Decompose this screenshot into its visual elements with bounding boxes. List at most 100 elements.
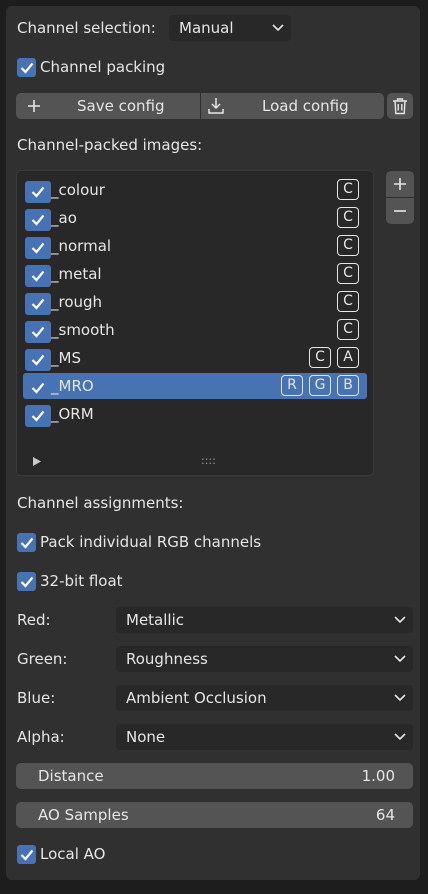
chevron-down-icon: [271, 15, 285, 41]
images-header: Channel-packed images:: [17, 136, 203, 154]
list-item-label: _colour: [51, 181, 105, 199]
item-checkbox[interactable]: [25, 209, 51, 231]
checkmark-icon: [20, 576, 33, 588]
chevron-down-icon: [393, 607, 407, 633]
delete-config-button[interactable]: [387, 93, 413, 119]
load-config-label: Load config: [262, 97, 349, 115]
ao-samples-value: 64: [375, 806, 395, 824]
checkmark-icon: [20, 849, 33, 861]
list-item[interactable]: _ao C: [23, 205, 367, 231]
channel-selection-dropdown[interactable]: Manual: [169, 15, 291, 41]
channel-packing-label: Channel packing: [40, 58, 166, 76]
list-item[interactable]: _MRO R G B: [23, 373, 367, 399]
list-item-label: _rough: [51, 293, 103, 311]
assignments-header: Channel assignments:: [17, 494, 184, 512]
list-item[interactable]: _MS C A: [23, 345, 367, 371]
item-checkbox[interactable]: [25, 321, 51, 343]
list-item-label: _ao: [51, 209, 77, 227]
channel-tag: C: [337, 319, 359, 340]
channel-tag: A: [337, 347, 359, 368]
channel-tag: C: [337, 179, 359, 200]
alpha-channel-dropdown[interactable]: None: [116, 724, 413, 750]
item-checkbox[interactable]: [25, 405, 51, 427]
channel-tag: G: [309, 375, 331, 396]
list-item[interactable]: _normal C: [23, 233, 367, 259]
chevron-down-icon: [393, 685, 407, 711]
plus-icon: [25, 93, 43, 119]
chevron-down-icon: [393, 646, 407, 672]
local-ao-checkbox[interactable]: [17, 845, 36, 864]
trash-icon: [393, 98, 407, 115]
channel-tag: R: [281, 375, 303, 396]
green-channel-dropdown[interactable]: Roughness: [116, 646, 413, 672]
checkmark-icon: [31, 326, 45, 338]
checkmark-icon: [31, 186, 45, 198]
checkmark-icon: [31, 298, 45, 310]
pack-rgb-label: Pack individual RGB channels: [40, 533, 262, 551]
channel-selection-label: Channel selection:: [17, 19, 156, 37]
resize-grip[interactable]: ::::: [201, 454, 216, 467]
load-config-button[interactable]: Load config: [201, 93, 384, 119]
alpha-label: Alpha:: [17, 728, 65, 746]
channel-tag: C: [337, 291, 359, 312]
checkmark-icon: [31, 214, 45, 226]
alpha-channel-value: None: [126, 728, 166, 746]
local-ao-label: Local AO: [40, 845, 106, 863]
list-item-label: _MRO: [51, 377, 94, 395]
checkmark-icon: [31, 382, 45, 394]
save-config-button[interactable]: Save config: [16, 93, 200, 119]
triangle-right-icon[interactable]: [33, 456, 43, 466]
checkmark-icon: [20, 62, 33, 74]
list-item[interactable]: _rough C: [23, 289, 367, 315]
save-config-label: Save config: [77, 97, 165, 115]
checkmark-icon: [31, 410, 45, 422]
checkmark-icon: [20, 537, 33, 549]
channel-tag: C: [337, 235, 359, 256]
list-item-label: _ORM: [51, 405, 94, 423]
red-label: Red:: [17, 611, 51, 629]
list-item[interactable]: _metal C: [23, 261, 367, 287]
blue-label: Blue:: [17, 689, 56, 707]
item-checkbox[interactable]: [25, 377, 51, 399]
item-checkbox[interactable]: [25, 293, 51, 315]
list-item[interactable]: _smooth C: [23, 317, 367, 343]
add-image-button[interactable]: [386, 171, 414, 197]
distance-label: Distance: [38, 767, 104, 785]
list-item-label: _metal: [51, 265, 102, 283]
float32-label: 32-bit float: [40, 572, 123, 590]
list-item-label: _smooth: [51, 321, 115, 339]
images-list: _colour C _ao C _normal C _metal C _rough C _smoot…: [16, 170, 374, 476]
float32-checkbox[interactable]: [17, 572, 36, 591]
plus-icon: [394, 178, 406, 190]
minus-icon: [394, 210, 406, 212]
pack-rgb-checkbox[interactable]: [17, 533, 36, 552]
green-channel-value: Roughness: [126, 650, 208, 668]
list-item[interactable]: _ORM: [23, 401, 367, 427]
red-channel-dropdown[interactable]: Metallic: [116, 607, 413, 633]
list-item-label: _normal: [51, 237, 112, 255]
remove-image-button[interactable]: [386, 198, 414, 224]
distance-value: 1.00: [361, 767, 395, 785]
list-item[interactable]: _colour C: [23, 177, 367, 203]
channel-tag: C: [337, 207, 359, 228]
distance-slider[interactable]: Distance 1.00: [16, 763, 413, 789]
item-checkbox[interactable]: [25, 181, 51, 203]
import-icon: [205, 93, 227, 119]
blue-channel-dropdown[interactable]: Ambient Occlusion: [116, 685, 413, 711]
blue-channel-value: Ambient Occlusion: [126, 689, 267, 707]
channel-tag: C: [337, 263, 359, 284]
item-checkbox[interactable]: [25, 237, 51, 259]
item-checkbox[interactable]: [25, 265, 51, 287]
checkmark-icon: [31, 242, 45, 254]
ao-samples-slider[interactable]: AO Samples 64: [16, 802, 413, 828]
item-checkbox[interactable]: [25, 349, 51, 371]
chevron-down-icon: [393, 724, 407, 750]
red-channel-value: Metallic: [126, 611, 184, 629]
checkmark-icon: [31, 270, 45, 282]
ao-samples-label: AO Samples: [38, 806, 129, 824]
channel-selection-value: Manual: [179, 19, 234, 37]
channel-tag: B: [337, 375, 359, 396]
channel-tag: C: [309, 347, 331, 368]
channel-packing-checkbox[interactable]: [17, 58, 36, 77]
green-label: Green:: [17, 650, 68, 668]
